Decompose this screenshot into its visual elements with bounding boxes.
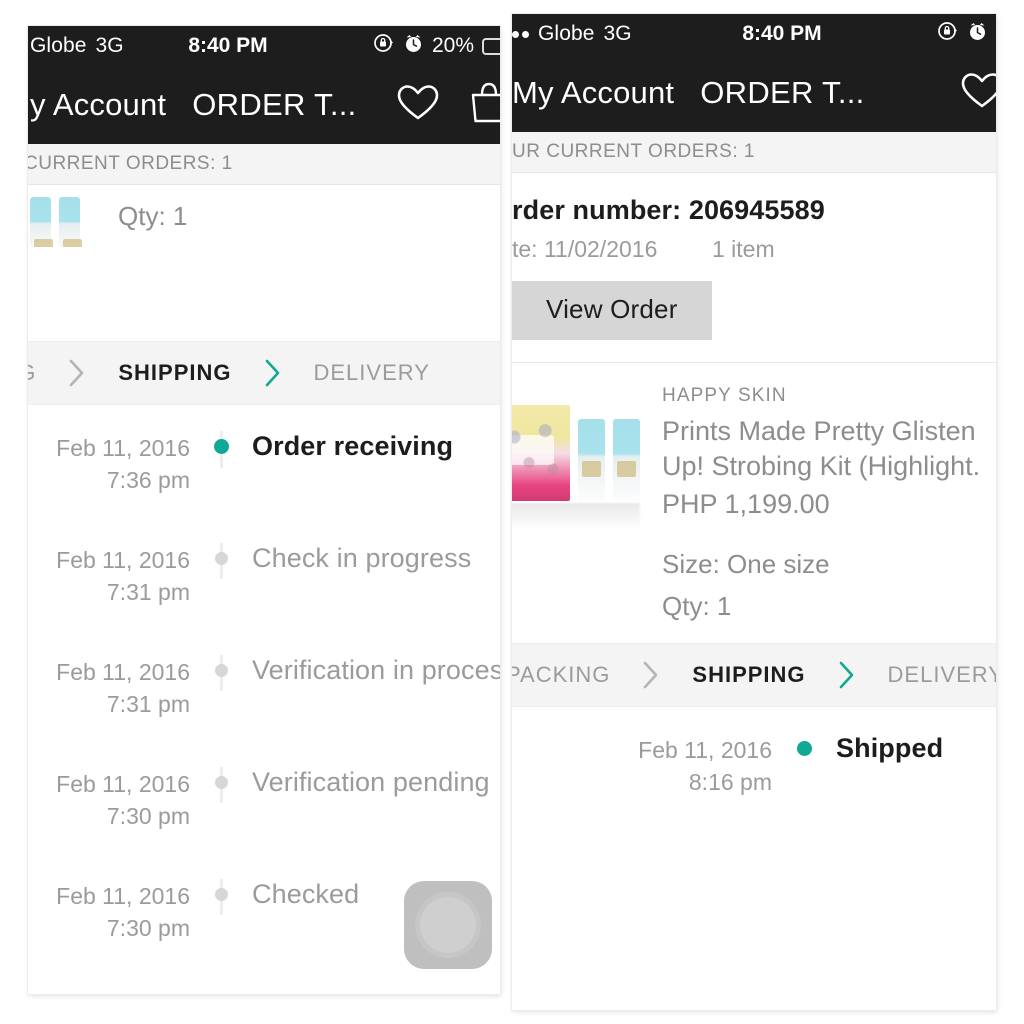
timeline-status-label: Check in progress (252, 543, 472, 573)
timeline-date: Feb 11, 2016 7:30 pm (56, 883, 190, 941)
timeline-dot (214, 552, 228, 565)
progress-step-label: SHIPPING (692, 662, 806, 688)
product-thumbnail (28, 185, 118, 247)
product-row-cropped: Qty: 1 (28, 185, 500, 247)
timeline-status-label: Verification pending (252, 767, 490, 797)
product-thumbnail (512, 385, 662, 625)
timeline-rail (190, 543, 252, 579)
right-phone-screenshot: Globe 3G 8:40 PM My Account ORDER T... U… (512, 14, 996, 1010)
timeline-row: Feb 11, 2016 7:30 pm Verification pendin… (28, 767, 500, 879)
timeline-rail (772, 733, 836, 757)
nav-icon-group (396, 81, 500, 130)
timeline-status-label: Checked (252, 879, 360, 909)
nav-bar-right: My Account ORDER T... (512, 54, 996, 132)
order-progress-steps-right: PACKING SHIPPING DELIVERY (512, 643, 996, 708)
left-phone-screenshot: Globe 3G 8:40 PM 20% y Account ORDER T..… (28, 26, 500, 994)
nav-icon-group (960, 69, 996, 118)
view-order-button[interactable]: View Order (512, 281, 712, 340)
timeline-date: Feb 11, 2016 7:36 pm (56, 435, 190, 493)
progress-step-label: ACKING (28, 360, 54, 386)
timeline-rail (190, 767, 252, 803)
battery-icon (482, 37, 500, 55)
progress-step-label: DELIVERY (887, 662, 996, 688)
product-price-label: PHP 1,199.00 (662, 489, 830, 520)
product-row[interactable]: HAPPY SKIN Prints Made Pretty Glisten Up… (512, 363, 996, 643)
timeline-dot (214, 664, 228, 677)
status-bar-left: Globe 3G 8:40 PM 20% (28, 26, 500, 66)
timeline-date: Feb 11, 2016 7:31 pm (56, 547, 190, 605)
assistive-touch-ring-icon (420, 897, 476, 953)
timeline-dot (214, 776, 228, 789)
progress-step-packing[interactable]: ACKING (28, 342, 54, 404)
progress-step-shipping[interactable]: SHIPPING (100, 342, 249, 404)
timeline-dot (796, 741, 812, 757)
chevron-right-icon (628, 644, 674, 706)
product-section-spacer (28, 247, 500, 341)
product-name-label: Prints Made Pretty Glisten Up! Strobing … (662, 416, 981, 481)
timeline-rail (190, 431, 252, 468)
page-title: ORDER T... (192, 87, 357, 122)
order-date-label: te: 11/02/2016 (512, 236, 658, 262)
status-bar-right: Globe 3G 8:40 PM (512, 14, 996, 54)
current-orders-subheader-right: UR CURRENT ORDERS: 1 (512, 132, 996, 173)
product-brand-label: HAPPY SKIN (662, 385, 787, 406)
product-qty-label: Qty: 1 (118, 201, 188, 231)
chevron-right-icon (54, 342, 100, 404)
timeline-dot (214, 888, 228, 901)
order-meta-row: te: 11/02/2016 1 item (512, 236, 996, 263)
timeline-date: Feb 11, 2016 7:31 pm (56, 659, 190, 717)
progress-step-label: DELIVERY (313, 360, 430, 385)
timeline-dot (213, 439, 229, 454)
page-title: ORDER T... (700, 75, 865, 110)
screenshot-stage: Globe 3G 8:40 PM 20% y Account ORDER T..… (0, 0, 1024, 1024)
timeline-row: Feb 11, 2016 7:36 pm Order receiving (28, 431, 500, 543)
progress-step-label: PACKING (512, 662, 611, 688)
heart-icon[interactable] (396, 83, 440, 128)
progress-step-shipping[interactable]: SHIPPING (674, 644, 823, 706)
nav-bar-left: My Account ORDER T... (28, 66, 500, 144)
progress-step-delivery[interactable]: DELIVERY (296, 342, 448, 404)
order-item-count-label: 1 item (712, 236, 775, 262)
left-screen-content: Globe 3G 8:40 PM 20% y Account ORDER T..… (28, 26, 500, 994)
timeline-row: Feb 11, 2016 7:31 pm Verification in pro… (28, 655, 500, 767)
chevron-right-icon-active (824, 644, 870, 706)
progress-step-label: SHIPPING (118, 360, 232, 385)
timeline-date: Feb 11, 2016 8:16 pm (638, 737, 772, 796)
timeline-rail (190, 879, 252, 915)
progress-step-packing[interactable]: PACKING (512, 644, 628, 706)
back-to-my-account-button[interactable]: My Account (28, 87, 166, 123)
progress-step-delivery[interactable]: DELIVERY (870, 644, 996, 706)
timeline-status-label: Verification in process (252, 655, 500, 685)
heart-icon[interactable] (960, 71, 996, 116)
order-progress-steps-left: ACKING SHIPPING DELIVERY (28, 341, 500, 405)
product-info: HAPPY SKIN Prints Made Pretty Glisten Up… (662, 385, 996, 625)
order-timeline-right: Feb 11, 2016 8:16 pm Shipped (512, 707, 996, 845)
order-number-label: rder number: 206945589 (512, 195, 825, 225)
assistive-touch-button[interactable] (404, 881, 492, 969)
current-orders-subheader-left: R CURRENT ORDERS: 1 (28, 144, 500, 185)
timeline-row: Feb 11, 2016 8:16 pm Shipped (512, 733, 996, 845)
timeline-rail (190, 655, 252, 691)
chevron-right-icon-active (250, 342, 296, 404)
back-to-my-account-button[interactable]: My Account (512, 75, 674, 111)
timeline-row: Feb 11, 2016 7:31 pm Check in progress (28, 543, 500, 655)
timeline-status-label: Shipped (836, 733, 944, 764)
shopping-bag-icon[interactable] (468, 81, 500, 130)
divider (512, 362, 996, 363)
timeline-status-label: Order receiving (252, 431, 454, 461)
product-size-label: Size: One size (662, 549, 830, 580)
timeline-date: Feb 11, 2016 7:30 pm (56, 771, 190, 829)
clock-label: 8:40 PM (742, 22, 822, 45)
product-qty-label: Qty: 1 (662, 590, 732, 621)
right-screen-content: Globe 3G 8:40 PM My Account ORDER T... U… (512, 14, 996, 1010)
clock-label: 8:40 PM (188, 34, 268, 57)
order-summary-card[interactable]: rder number: 206945589 te: 11/02/2016 1 … (512, 173, 996, 363)
